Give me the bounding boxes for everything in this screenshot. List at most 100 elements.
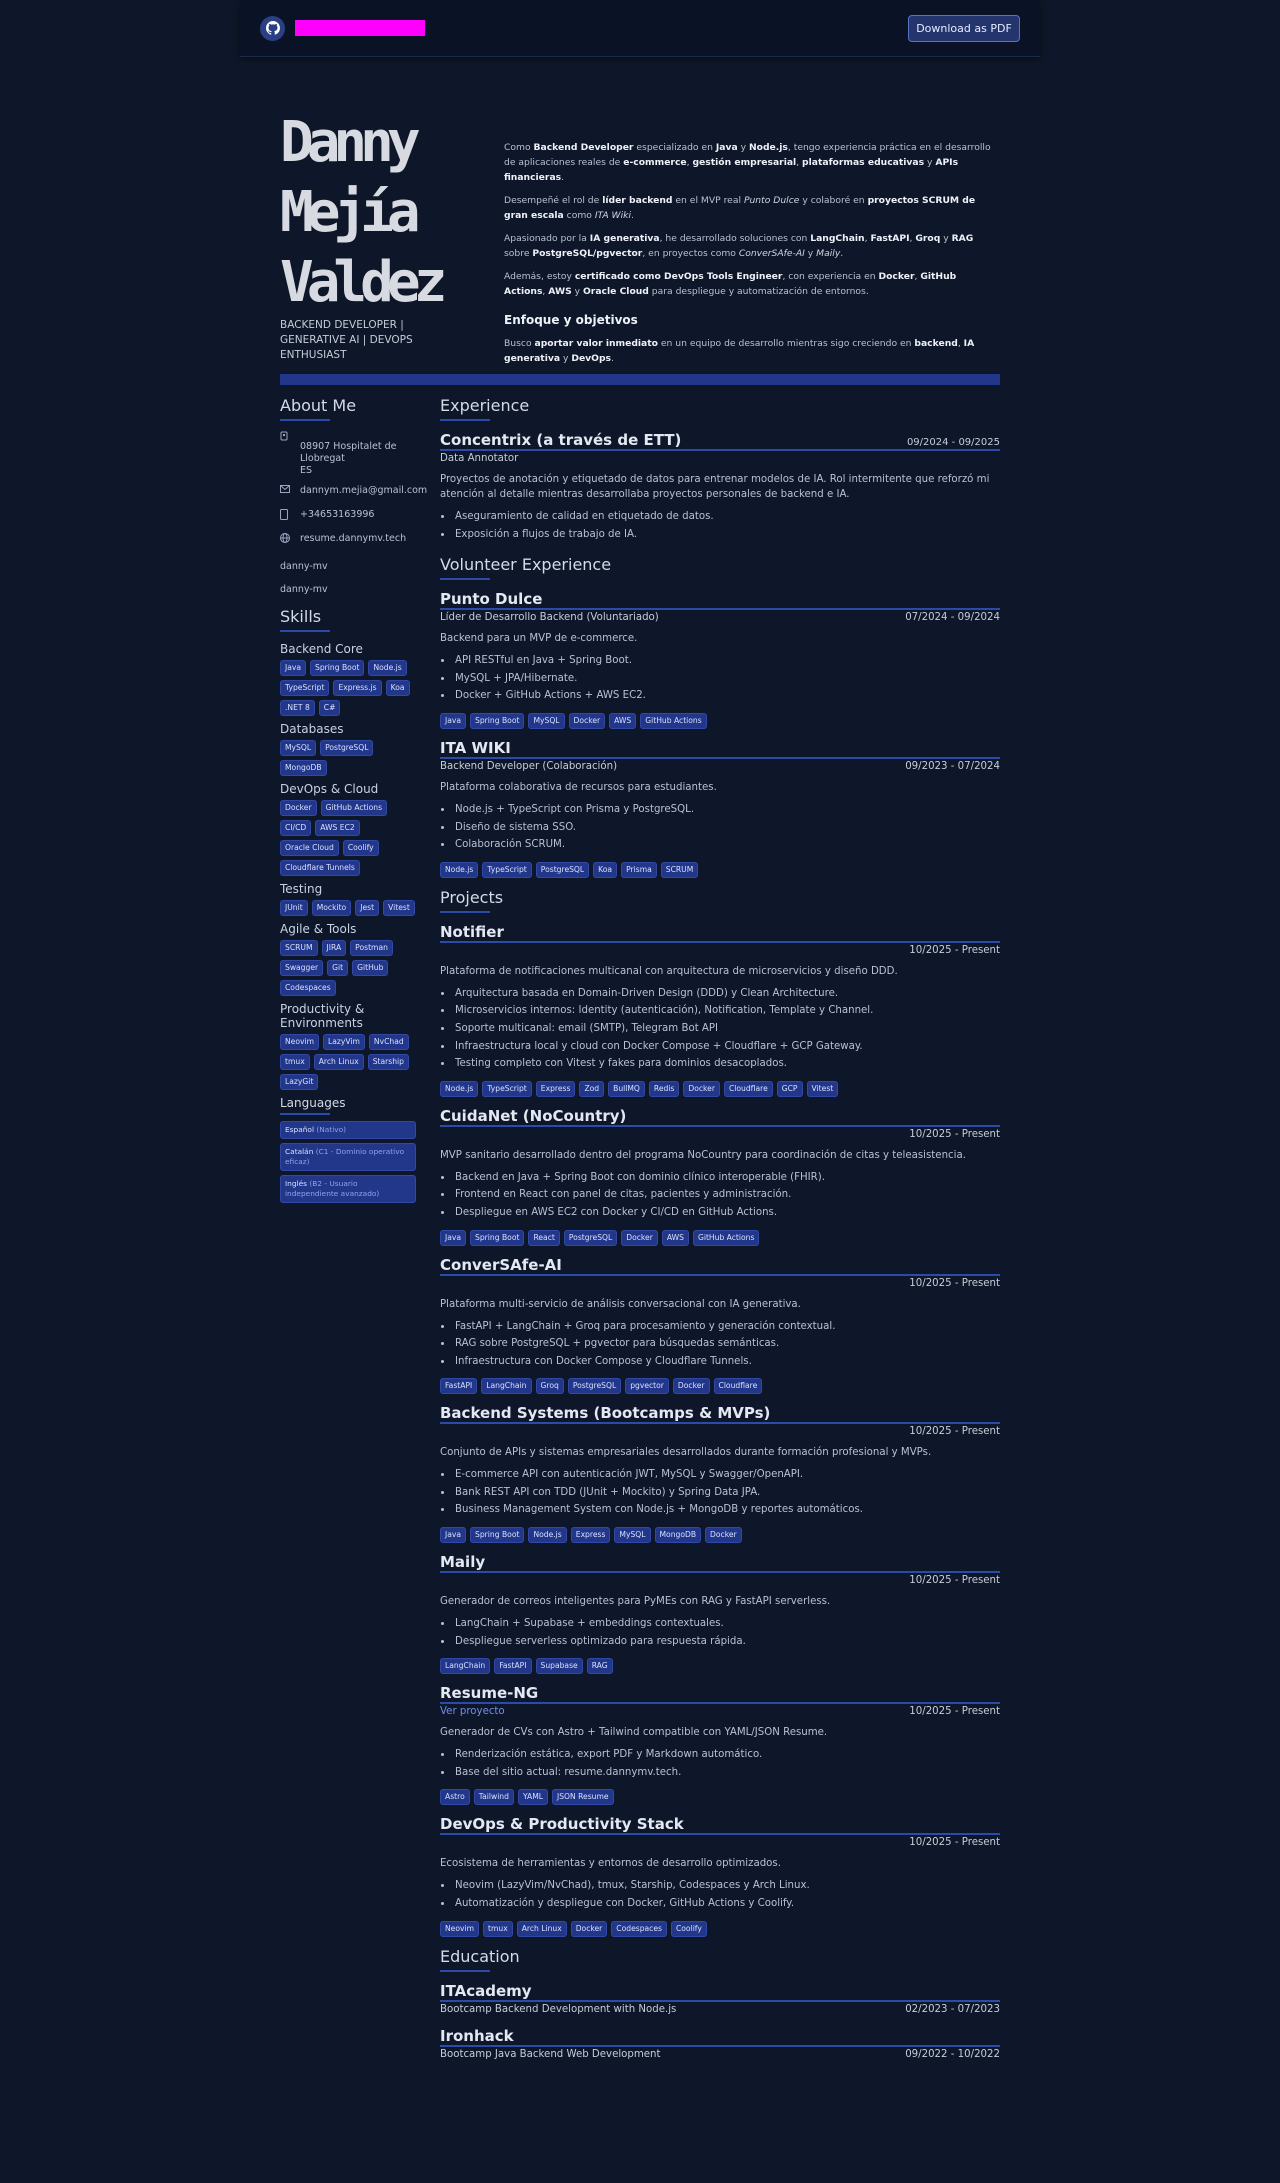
entry-bullets: Neovim (LazyVim/NvChad), tmux, Starship,… bbox=[453, 1877, 1000, 1912]
experience-list: Concentrix (a través de ETT) 09/2024 - 09… bbox=[440, 431, 1000, 543]
language-level: (Nativo) bbox=[316, 1125, 347, 1134]
tech-tag: Coolify bbox=[670, 1920, 707, 1937]
bullet-item: Node.js + TypeScript con Prisma y Postgr… bbox=[453, 801, 1000, 819]
skill-tag: GitHub bbox=[352, 960, 389, 976]
entry-title: CuidaNet (NoCountry) bbox=[440, 1106, 627, 1125]
tech-tag: pgvector bbox=[625, 1378, 669, 1395]
tech-tag: Astro bbox=[440, 1789, 470, 1806]
tech-tag: Express bbox=[570, 1527, 611, 1544]
phone-icon bbox=[280, 509, 296, 521]
skill-group-title: DevOps & Cloud bbox=[280, 782, 379, 796]
bullet-item: Neovim (LazyVim/NvChad), tmux, Starship,… bbox=[453, 1877, 1000, 1895]
tech-tag: PostgreSQL bbox=[563, 1229, 618, 1246]
entry-bullets: Aseguramiento de calidad en etiquetado d… bbox=[453, 508, 1000, 543]
entry-subheader: 10/2025 - Present bbox=[440, 1575, 1000, 1586]
tech-tag: Docker bbox=[683, 1080, 720, 1097]
entry-description: Generador de correos inteligentes para P… bbox=[440, 1596, 831, 1608]
entry-tags: Node.js TypeScript PostgreSQL Koa Prisma SCRU… bbox=[440, 861, 1000, 878]
bullet-item: Bank REST API con TDD (JUnit + Mockito) … bbox=[453, 1484, 1000, 1502]
tech-tag: Cloudflare bbox=[723, 1080, 773, 1097]
tech-tag: AWS bbox=[609, 712, 637, 729]
summary-paragraph: Además, estoy certificado como DevOps To… bbox=[504, 271, 957, 297]
tech-tag: SCRUM bbox=[660, 861, 699, 878]
candidate-name: Danny Mejía Valdez bbox=[280, 108, 490, 318]
entry-header: Notifier bbox=[440, 923, 1000, 943]
skill-tag: AWS EC2 bbox=[315, 820, 360, 836]
project-link[interactable]: Ver proyecto bbox=[440, 1706, 505, 1717]
tech-tag: Koa bbox=[593, 861, 618, 878]
summary-paragraph: Apasionado por la IA generativa, he desa… bbox=[504, 233, 974, 259]
entry-header: Ironhack bbox=[440, 2027, 1000, 2047]
entry-description: Generador de CVs con Astro + Tailwind co… bbox=[440, 1727, 828, 1739]
tech-tag: TypeScript bbox=[482, 861, 532, 878]
entry-subheader: 10/2025 - Present bbox=[440, 1426, 1000, 1437]
heading-underline bbox=[280, 1113, 330, 1115]
globe-icon bbox=[280, 533, 296, 545]
summary-paragraph: Desempeñé el rol de líder backend en el … bbox=[504, 195, 976, 221]
download-pdf-button[interactable]: Download as PDF bbox=[908, 15, 1020, 42]
projects-list: Notifier 10/2025 - Present Plataforma de n… bbox=[440, 923, 1000, 1937]
entry-subheader: Bootcamp Java Backend Web Development 09/… bbox=[440, 2049, 1000, 2060]
entry-tags: FastAPI LangChain Groq PostgreSQL pgvector Do… bbox=[440, 1378, 1000, 1395]
skill-tag: LazyGit bbox=[280, 1074, 319, 1090]
entry-description: MVP sanitario desarrollado dentro del pr… bbox=[440, 1149, 966, 1161]
email[interactable]: dannym.mejia@gmail.com bbox=[280, 485, 427, 497]
entry-description: Proyectos de anotación y etiquetado de d… bbox=[440, 474, 990, 500]
skill-tag: Oracle Cloud bbox=[280, 840, 339, 856]
tech-tag: MySQL bbox=[528, 712, 565, 729]
entry-title: Backend Systems (Bootcamps & MVPs) bbox=[440, 1404, 771, 1423]
tech-tag: Groq bbox=[535, 1378, 564, 1395]
tech-tag: Java bbox=[440, 712, 467, 729]
phone[interactable]: +34653163996 bbox=[280, 509, 416, 521]
entry-description: Conjunto de APIs y sistemas empresariale… bbox=[440, 1447, 932, 1459]
entry-title: Maily bbox=[440, 1553, 486, 1572]
skill-group-title: Agile & Tools bbox=[280, 922, 357, 936]
entry-subheader: 10/2025 - Present bbox=[440, 1129, 1000, 1140]
entry-subheader: Bootcamp Backend Development with Node.j… bbox=[440, 2004, 1000, 2015]
bullet-item: Automatización y despliegue con Docker, … bbox=[453, 1895, 1000, 1913]
entry: Ironhack Bootcamp Java Backend Web Develo… bbox=[440, 2027, 1000, 2060]
skill-tags: Java Spring Boot Node.js TypeScript Express.… bbox=[280, 660, 416, 716]
entry: DevOps & Productivity Stack 10/2025 - Pre… bbox=[440, 1815, 1000, 1937]
skill-tag: Arch Linux bbox=[313, 1054, 364, 1070]
main-column: Experience Concentrix (a través de ETT) 0… bbox=[440, 396, 1000, 2072]
phone-text[interactable]: +34653163996 bbox=[296, 509, 374, 521]
skill-tags: MySQL PostgreSQL MongoDB bbox=[280, 740, 416, 776]
github-icon[interactable] bbox=[260, 16, 285, 41]
tech-tag: Node.js bbox=[528, 1527, 567, 1544]
website[interactable]: resume.dannymv.tech bbox=[280, 533, 416, 545]
skill-tag: Docker bbox=[280, 800, 317, 816]
skill-tag: GitHub Actions bbox=[320, 800, 388, 816]
entry: ITA WIKI Backend Developer (Colaboración)… bbox=[440, 739, 1000, 878]
logo-placeholder[interactable] bbox=[295, 20, 425, 36]
experience-heading: Experience bbox=[440, 396, 530, 415]
top-bar: Download as PDF bbox=[240, 0, 1040, 57]
skill-tag: C# bbox=[318, 700, 341, 716]
bullet-item: E-commerce API con autenticación JWT, My… bbox=[453, 1466, 1000, 1484]
tech-tag: RAG bbox=[586, 1658, 613, 1675]
entry-description: Plataforma colaborativa de recursos para… bbox=[440, 781, 717, 793]
profile-link[interactable]: danny-mv bbox=[280, 561, 416, 572]
entry-date: 09/2023 - 07/2024 bbox=[905, 760, 1000, 772]
entry-tags: Java Spring Boot React PostgreSQL Docker AWS G… bbox=[440, 1229, 1000, 1246]
website-text[interactable]: resume.dannymv.tech bbox=[296, 533, 406, 545]
bullet-item: Infraestructura local y cloud con Docker… bbox=[453, 1038, 1000, 1056]
summary-paragraph: Como Backend Developer especializado en … bbox=[504, 142, 991, 183]
tech-tag: MySQL bbox=[614, 1527, 651, 1544]
language-item: Español (Nativo) bbox=[280, 1121, 416, 1139]
name-line: Mejía bbox=[280, 180, 421, 245]
entry-title: Punto Dulce bbox=[440, 590, 543, 609]
profile-link[interactable]: danny-mv bbox=[280, 584, 416, 595]
entry-role: Backend Developer (Colaboración) bbox=[440, 760, 618, 772]
bullet-item: RAG sobre PostgreSQL + pgvector para bús… bbox=[453, 1335, 1000, 1353]
heading-underline bbox=[440, 910, 490, 913]
skill-tag: CI/CD bbox=[280, 820, 312, 836]
email-text[interactable]: dannym.mejia@gmail.com bbox=[296, 485, 427, 497]
entry-date: 10/2025 - Present bbox=[909, 1277, 1000, 1289]
language-name: Inglés bbox=[285, 1179, 308, 1188]
skill-tag: Swagger bbox=[280, 960, 324, 976]
entry-tags: Java Spring Boot Node.js Express MySQL MongoD… bbox=[440, 1527, 1000, 1544]
entry-date: 02/2023 - 07/2023 bbox=[905, 2003, 1000, 2015]
skill-tag: LazyVim bbox=[323, 1034, 365, 1050]
tech-tag: Express bbox=[535, 1080, 576, 1097]
